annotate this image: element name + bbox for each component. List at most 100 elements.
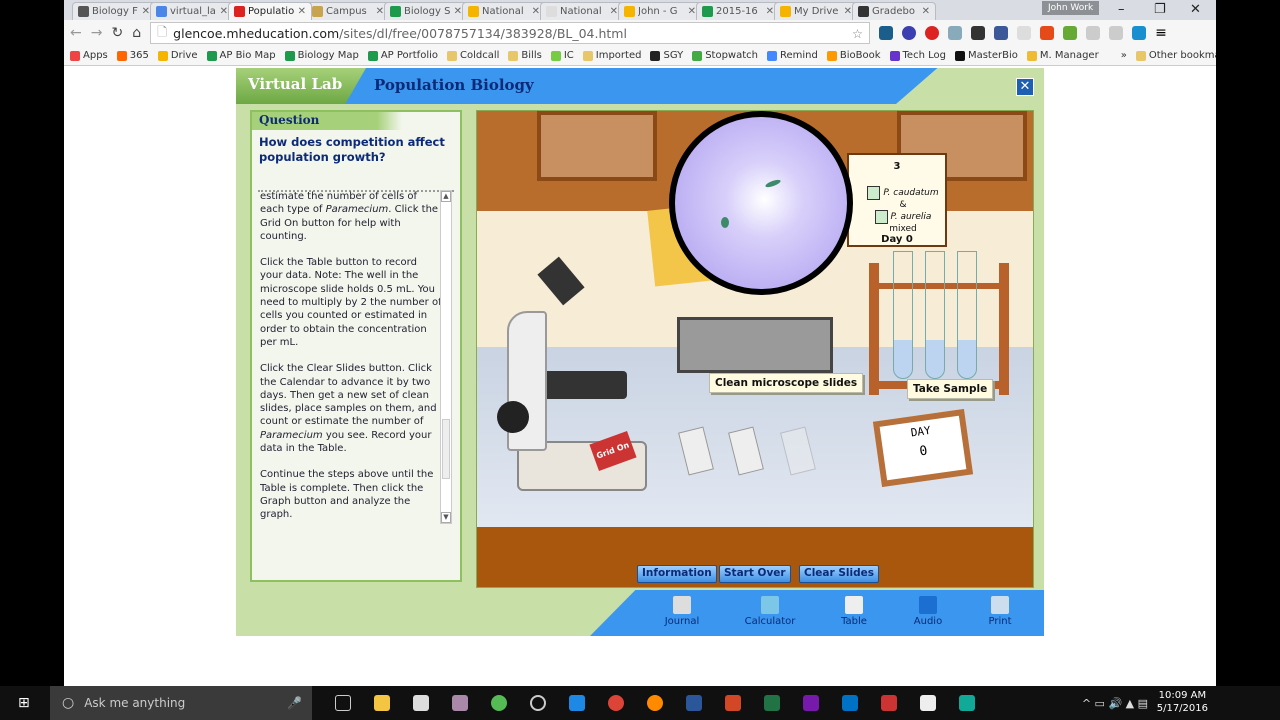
opera-icon[interactable] <box>925 26 940 40</box>
close-tab-icon[interactable]: ✕ <box>376 6 384 17</box>
extension-icon[interactable] <box>879 26 894 40</box>
outlook-icon[interactable] <box>842 695 858 711</box>
tool-journal[interactable]: Journal <box>652 596 712 627</box>
bookmark[interactable]: MasterBio <box>954 50 1018 61</box>
test-tube-rack[interactable] <box>869 251 1009 395</box>
close-lab-button[interactable]: ✕ <box>1016 78 1034 96</box>
close-tab-icon[interactable]: ✕ <box>844 6 852 17</box>
tool-print[interactable]: Print <box>970 596 1030 627</box>
tool-calculator[interactable]: Calculator <box>740 596 800 627</box>
clean-slides-label[interactable]: Clean microscope slides <box>709 373 864 393</box>
app-icon[interactable] <box>491 695 507 711</box>
close-tab-icon[interactable]: ✕ <box>922 6 930 17</box>
forward-icon[interactable]: → <box>91 25 103 41</box>
browser-tab[interactable]: National ✕ <box>462 2 546 20</box>
microphone-icon[interactable]: 🎤 <box>287 696 302 710</box>
test-tube[interactable] <box>925 251 945 379</box>
restore-button[interactable]: ❐ <box>1154 2 1166 17</box>
menu-icon[interactable]: ≡ <box>1155 25 1167 41</box>
app-icon[interactable] <box>452 695 468 711</box>
word-icon[interactable] <box>686 695 702 711</box>
onenote-icon[interactable] <box>803 695 819 711</box>
bookmark[interactable]: Remind <box>767 50 818 61</box>
bookmark[interactable]: 365 <box>116 50 149 61</box>
facebook-icon[interactable] <box>994 26 1009 40</box>
acrobat-icon[interactable] <box>920 695 936 711</box>
bookmark[interactable]: AP Portfolio <box>367 50 438 61</box>
back-icon[interactable]: ← <box>70 25 82 41</box>
extension-icon[interactable] <box>948 26 963 40</box>
tool-audio[interactable]: Audio <box>898 596 958 627</box>
task-view-icon[interactable] <box>335 695 351 711</box>
clean-slides-tray[interactable] <box>677 317 833 373</box>
home-icon[interactable]: ⌂ <box>132 25 141 41</box>
file-explorer-icon[interactable] <box>374 695 390 711</box>
browser-tab[interactable]: Gradebo ✕ <box>852 2 936 20</box>
calendar[interactable]: DAY 0 <box>872 408 974 488</box>
bookmark[interactable]: SGY <box>650 50 683 61</box>
powerpoint-icon[interactable] <box>725 695 741 711</box>
firefox-icon[interactable] <box>647 695 663 711</box>
bookmark[interactable]: Tech Log <box>889 50 946 61</box>
browser-tab[interactable]: Campus ✕ <box>306 2 390 20</box>
reload-icon[interactable]: ↻ <box>111 25 123 41</box>
bookmark[interactable]: Drive <box>157 50 198 61</box>
browser-tab[interactable]: My Drive ✕ <box>774 2 858 20</box>
store-icon[interactable] <box>413 695 429 711</box>
extension-icon[interactable] <box>971 26 986 40</box>
office-icon[interactable] <box>1040 26 1055 40</box>
test-tube[interactable] <box>893 251 913 379</box>
close-tab-icon[interactable]: ✕ <box>454 6 462 17</box>
information-button[interactable]: Information <box>637 565 717 583</box>
clock[interactable]: 10:09 AM 5/17/2016 <box>1157 689 1208 715</box>
extension-icon[interactable] <box>1132 26 1147 40</box>
print-friendly-icon[interactable] <box>1063 26 1078 40</box>
bookmark[interactable]: Imported <box>582 50 641 61</box>
scroll-down-arrow[interactable]: ▼ <box>441 512 451 523</box>
extension-icon[interactable] <box>1109 26 1124 40</box>
extension-icon[interactable] <box>902 26 917 40</box>
close-tab-icon[interactable]: ✕ <box>610 6 618 17</box>
start-over-button[interactable]: Start Over <box>719 565 791 583</box>
address-bar[interactable]: 🗋 glencoe.mheducation.com/sites/dl/free/… <box>150 22 871 44</box>
bookmark[interactable]: » <box>1108 50 1127 61</box>
cortana-search[interactable]: ○ Ask me anything 🎤 <box>50 686 312 720</box>
system-tray-icons[interactable]: ^ ▭ 🔊 ▲ ▤ <box>1082 697 1148 710</box>
excel-icon[interactable] <box>764 695 780 711</box>
scroll-thumb[interactable] <box>442 419 450 479</box>
extension-icon[interactable] <box>1086 26 1101 40</box>
app-icon[interactable] <box>959 695 975 711</box>
test-tube[interactable] <box>957 251 977 379</box>
close-window-button[interactable]: ✕ <box>1190 2 1201 17</box>
clear-slides-button[interactable]: Clear Slides <box>799 565 879 583</box>
bookmark[interactable]: Bills <box>508 50 542 61</box>
minimize-button[interactable]: – <box>1118 2 1125 17</box>
close-tab-icon[interactable]: ✕ <box>532 6 540 17</box>
edge-icon[interactable] <box>569 695 585 711</box>
take-sample-button[interactable]: Take Sample <box>907 379 994 399</box>
chrome-icon[interactable] <box>608 695 624 711</box>
bookmark[interactable]: Apps <box>70 50 108 61</box>
close-tab-icon[interactable]: ✕ <box>142 6 150 17</box>
close-tab-icon[interactable]: ✕ <box>220 6 228 17</box>
tool-table[interactable]: Table <box>824 596 884 627</box>
browser-tab[interactable]: Biology F ✕ <box>72 2 156 20</box>
profile-button[interactable]: John Work <box>1042 1 1100 15</box>
bookmark[interactable]: Other bookmarks <box>1135 50 1216 61</box>
instructions-scrollbar[interactable]: ▲ ▼ <box>440 190 452 524</box>
browser-tab[interactable]: Biology S ✕ <box>384 2 468 20</box>
star-icon[interactable]: ☆ <box>852 26 863 41</box>
bookmark[interactable]: IC <box>550 50 574 61</box>
extension-icon[interactable] <box>1017 26 1032 40</box>
bookmark[interactable]: AP Bio Map <box>206 50 276 61</box>
app-icon[interactable] <box>881 695 897 711</box>
browser-tab[interactable]: John - G ✕ <box>618 2 702 20</box>
browser-tab[interactable]: National ✕ <box>540 2 624 20</box>
bookmark[interactable]: Coldcall <box>447 50 499 61</box>
bookmark[interactable]: Stopwatch <box>692 50 758 61</box>
microscope[interactable]: Grid On <box>497 251 647 501</box>
close-tab-icon[interactable]: ✕ <box>688 6 696 17</box>
browser-tab[interactable]: virtual_la ✕ <box>150 2 234 20</box>
browser-tab[interactable]: 2015-16 ✕ <box>696 2 780 20</box>
scroll-up-arrow[interactable]: ▲ <box>441 191 451 202</box>
